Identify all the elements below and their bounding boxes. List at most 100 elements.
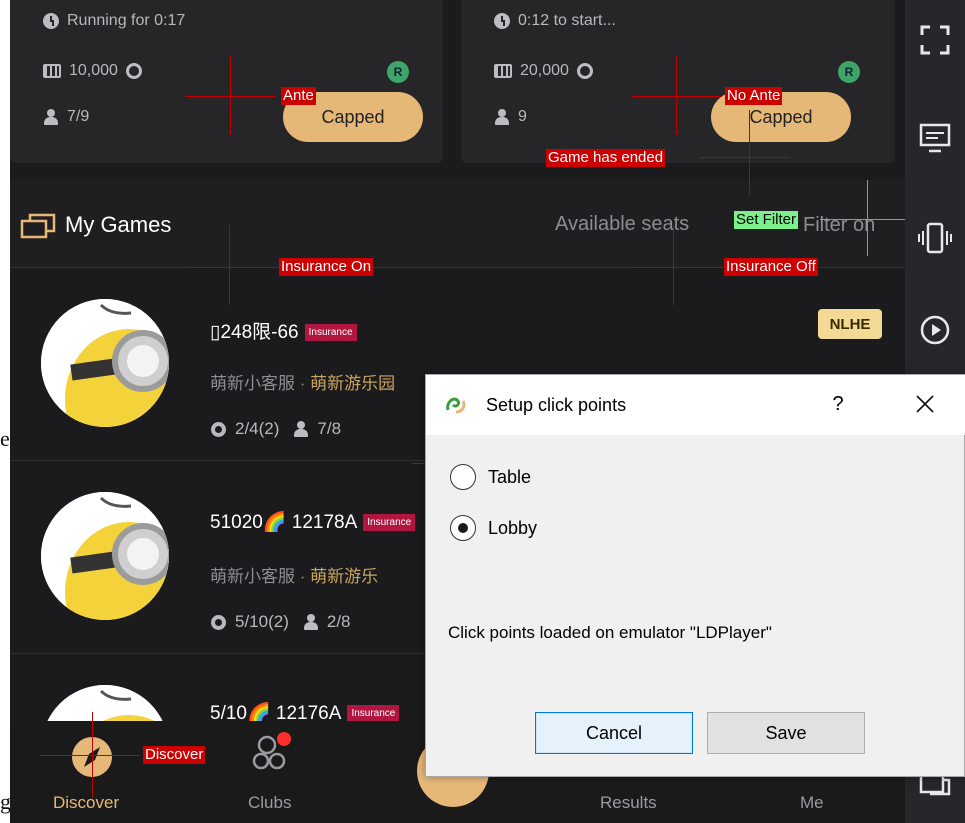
radio-button[interactable]	[450, 515, 476, 541]
players-count: 7/8	[317, 419, 342, 438]
radio-button[interactable]	[450, 464, 476, 490]
filter-toggle[interactable]: Filter on	[803, 214, 875, 237]
crosshair-no-ante-v	[676, 55, 677, 135]
screen: e g Running for 0:17 10,000 7/9 R Capped	[0, 0, 965, 823]
save-button[interactable]: Save	[707, 712, 865, 754]
overlay-label-set-filter: Set Filter	[734, 211, 799, 229]
tables-count: 5/10(2)	[235, 612, 289, 631]
tables-icon: 5/10(2)	[210, 612, 289, 632]
card-stake: 20,000	[520, 62, 569, 79]
card-status: Running for 0:17	[67, 12, 186, 29]
insurance-badge: Insurance	[363, 514, 416, 532]
club-avatar	[41, 299, 169, 427]
radio-label: Lobby	[488, 517, 538, 538]
dialog-titlebar[interactable]: Setup click points ?	[426, 375, 965, 435]
clock-icon	[43, 13, 59, 29]
card-players: 9	[518, 108, 527, 125]
monitor-icon[interactable]	[915, 118, 955, 158]
minion-avatar-image	[41, 492, 169, 620]
crosshair-set-filter-v	[867, 180, 868, 256]
overlay-label-ante: Ante	[281, 87, 316, 105]
setup-click-points-dialog: Setup click points ? Table Lobby Click p…	[425, 374, 965, 777]
coin-icon	[125, 63, 142, 79]
card-players: 7/9	[67, 108, 90, 125]
help-button[interactable]: ?	[828, 393, 848, 416]
dialog-title: Setup click points	[486, 395, 627, 415]
card-players-row: 9	[494, 108, 527, 126]
overlay-label-discover: Discover	[143, 746, 206, 764]
crosshair-insurance-on-v	[229, 225, 230, 305]
close-icon[interactable]	[910, 389, 940, 419]
minion-avatar-image	[41, 299, 169, 427]
chip-stack-icon	[43, 64, 61, 78]
game-stats-row: 2/4(2) 7/8	[210, 419, 341, 439]
game-title-row: 51020🌈 12178A Insurance	[210, 510, 416, 534]
game-card-1[interactable]: Running for 0:17 10,000 7/9 R Capped	[10, 0, 443, 163]
nav-label: Discover	[53, 793, 120, 812]
r-badge: R	[387, 61, 409, 83]
insurance-badge: Insurance	[347, 705, 400, 723]
tables-icon: 2/4(2)	[210, 419, 279, 439]
nav-label: Me	[800, 793, 824, 812]
crosshair-insurance-on-h	[187, 267, 277, 268]
person-icon	[303, 614, 319, 630]
players-stat: 2/8	[303, 612, 351, 632]
overlay-label-no-ante: No Ante	[725, 87, 783, 105]
separator: ·	[299, 567, 306, 586]
crosshair-marker-h	[412, 463, 426, 464]
app-logo-icon	[446, 397, 466, 414]
players-stat: 7/8	[293, 419, 341, 439]
insurance-badge: Insurance	[304, 324, 357, 342]
crosshair-discover-h	[40, 755, 140, 756]
edge-text-top: e	[0, 426, 10, 451]
overlay-label-insurance-on: Insurance On	[279, 258, 374, 276]
club-avatar	[41, 492, 169, 620]
card-stake: 10,000	[69, 62, 118, 79]
radio-label: Table	[488, 466, 532, 487]
game-title: ▯248限-66	[210, 322, 299, 343]
game-stats-row: 5/10(2) 2/8	[210, 612, 351, 632]
shake-icon[interactable]	[915, 218, 955, 258]
crosshair-ante-v	[230, 55, 231, 135]
cancel-button[interactable]: Cancel	[535, 712, 693, 754]
game-card-2[interactable]: 0:12 to start... 20,000 9 R Capped	[461, 0, 895, 163]
chip-stack-icon	[494, 64, 512, 78]
crosshair-set-filter-h	[820, 219, 905, 220]
dialog-message: Click points loaded on emulator "LDPlaye…	[448, 623, 772, 642]
clock-icon	[494, 13, 510, 29]
crosshair-insurance-off-h	[632, 267, 722, 268]
crosshair-insurance-off-v	[673, 225, 674, 305]
overlay-label-game-ended: Game has ended	[546, 149, 666, 167]
card-stake-row: 10,000	[43, 62, 142, 80]
available-seats-toggle[interactable]: Available seats	[555, 213, 689, 236]
card-status-row: Running for 0:17	[43, 12, 185, 30]
game-title-row: ▯248限-66 Insurance	[210, 317, 357, 344]
crosshair-no-ante-h	[632, 96, 722, 97]
game-host-row: 萌新小客服 · 萌新游乐	[210, 562, 378, 587]
person-icon	[43, 109, 59, 125]
my-games-title: My Games	[65, 212, 172, 237]
separator: ·	[299, 374, 306, 393]
host-name: 萌新小客服	[210, 567, 295, 586]
game-type-badge: NLHE	[818, 309, 882, 339]
club-name: 萌新游乐园	[310, 374, 396, 393]
club-name: 萌新游乐	[310, 567, 379, 586]
person-icon	[494, 109, 510, 125]
fullscreen-icon[interactable]	[915, 20, 955, 60]
radio-lobby[interactable]: Lobby	[450, 515, 537, 541]
tables-count: 2/4(2)	[235, 419, 280, 438]
clubs-icon	[252, 732, 291, 770]
card-status-row: 0:12 to start...	[494, 12, 616, 30]
nav-clubs[interactable]: Clubs	[240, 721, 330, 823]
host-name: 萌新小客服	[210, 374, 295, 393]
nav-discover[interactable]: Discover	[50, 721, 140, 823]
crosshair-game-ended-v	[749, 110, 750, 195]
radio-table[interactable]: Table	[450, 464, 531, 490]
game-host-row: 萌新小客服 · 萌新游乐园	[210, 369, 395, 394]
replay-icon[interactable]	[915, 310, 955, 350]
overlay-label-insurance-off: Insurance Off	[724, 258, 818, 276]
card-players-row: 7/9	[43, 108, 89, 126]
crosshair-discover-v	[92, 712, 93, 798]
players-count: 2/8	[326, 612, 351, 631]
card-stake-row: 20,000	[494, 62, 593, 80]
